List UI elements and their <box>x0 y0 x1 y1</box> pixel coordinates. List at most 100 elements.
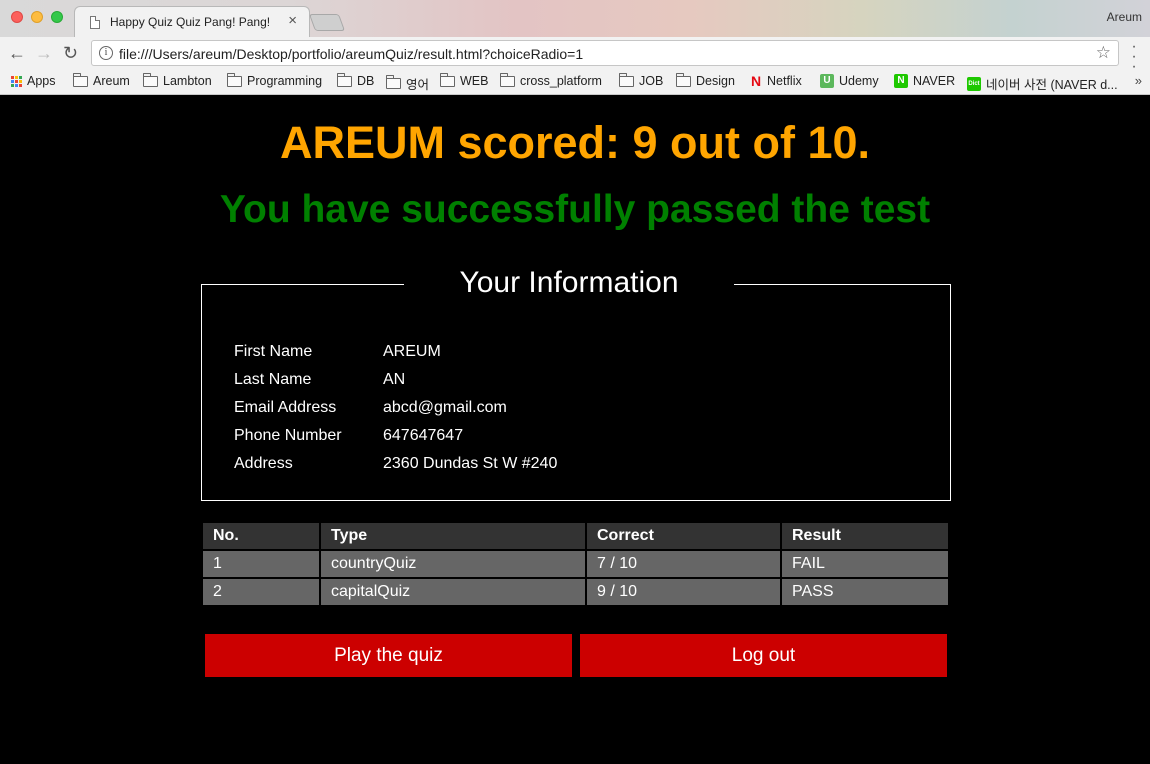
netflix-icon: N <box>750 73 762 89</box>
naver-dict-icon: Dict <box>967 76 981 91</box>
bookmark-udemy[interactable]: U Udemy <box>820 74 879 88</box>
table-cell: 1 <box>203 551 319 577</box>
bookmark-folder[interactable]: Design <box>676 72 735 88</box>
info-icon[interactable]: i <box>99 46 113 60</box>
column-header: No. <box>203 523 319 549</box>
table-cell: capitalQuiz <box>321 579 585 605</box>
tab-title: Happy Quiz Quiz Pang! Pang! <box>110 15 271 29</box>
folder-icon <box>500 72 515 87</box>
column-header: Correct <box>587 523 780 549</box>
info-value: 647647647 <box>383 427 464 444</box>
page-icon <box>90 16 100 29</box>
bookmark-label: Udemy <box>839 74 879 88</box>
bookmark-folder[interactable]: DB <box>337 72 375 88</box>
info-label: Address <box>234 455 293 472</box>
score-heading: AREUM scored: 9 out of 10. <box>279 117 871 168</box>
profile-name[interactable]: Areum <box>1107 10 1142 24</box>
bookmark-label: Areum <box>93 74 130 88</box>
bookmark-label: Programming <box>247 74 323 88</box>
bookmark-label: NAVER <box>913 74 956 88</box>
info-row-first-name: First Name AREUM <box>234 343 441 361</box>
folder-icon <box>619 72 634 87</box>
close-tab-icon[interactable]: × <box>288 12 297 29</box>
result-page: AREUM scored: 9 out of 10. You have succ… <box>0 95 1150 764</box>
back-arrow-icon[interactable]: ← <box>8 43 26 63</box>
url-text[interactable]: file:///Users/areum/Desktop/portfolio/ar… <box>119 46 583 62</box>
info-label: First Name <box>234 343 313 360</box>
bookmark-label: 영어 <box>406 78 430 92</box>
pass-message: You have successfully passed the test <box>219 188 931 231</box>
info-value: AN <box>383 371 406 388</box>
reload-icon[interactable]: ↻ <box>63 43 78 63</box>
close-window-button[interactable] <box>11 11 23 23</box>
menu-dots-icon[interactable]: · · · <box>1131 39 1137 75</box>
info-label: Email Address <box>234 399 337 416</box>
info-row-phone: Phone Number 647647647 <box>234 427 463 445</box>
minimize-window-button[interactable] <box>31 11 43 23</box>
chevron-more-icon[interactable]: » <box>1135 73 1142 88</box>
column-header: Type <box>321 523 585 549</box>
forward-arrow-icon[interactable]: → <box>35 43 53 63</box>
info-row-email: Email Address abcd@gmail.com <box>234 399 507 417</box>
browser-chrome: Happy Quiz Quiz Pang! Pang! × Areum ← → … <box>0 0 1150 95</box>
bookmark-folder[interactable]: 영어 <box>386 74 429 93</box>
table-cell: 9 / 10 <box>587 579 780 605</box>
bookmark-label: DB <box>357 74 375 88</box>
folder-icon <box>337 72 352 87</box>
maximize-window-button[interactable] <box>51 11 63 23</box>
table-row: 2 capitalQuiz 9 / 10 PASS <box>203 579 948 605</box>
folder-icon <box>676 72 691 87</box>
table-cell: FAIL <box>782 551 948 577</box>
bookmark-folder[interactable]: Programming <box>227 72 323 88</box>
play-quiz-button[interactable]: Play the quiz <box>205 634 572 677</box>
bookmark-label: Lambton <box>163 74 212 88</box>
info-label: Last Name <box>234 371 312 388</box>
info-value: AREUM <box>383 343 441 360</box>
address-bar[interactable]: i file:///Users/areum/Desktop/portfolio/… <box>91 40 1119 66</box>
bookmark-folder[interactable]: WEB <box>440 72 489 88</box>
table-cell: 7 / 10 <box>587 551 780 577</box>
udemy-icon: U <box>820 74 834 88</box>
info-label: Phone Number <box>234 427 342 444</box>
bookmark-label: Apps <box>27 74 56 88</box>
apps-grid-icon <box>11 75 22 87</box>
folder-icon <box>440 72 455 87</box>
browser-tab[interactable]: Happy Quiz Quiz Pang! Pang! × <box>74 6 310 37</box>
table-header-row: No. Type Correct Result <box>203 523 948 549</box>
results-table: No. Type Correct Result 1 countryQuiz 7 … <box>201 521 950 607</box>
bookmark-folder[interactable]: Areum <box>73 72 130 88</box>
tab-bar: Happy Quiz Quiz Pang! Pang! × Areum <box>0 0 1150 37</box>
folder-icon <box>386 75 401 89</box>
bookmark-apps[interactable]: Apps <box>11 74 56 88</box>
bookmark-label: 네이버 사전 (NAVER d... <box>986 78 1118 92</box>
bookmark-naver-dict[interactable]: Dict 네이버 사전 (NAVER d... <box>967 74 1118 93</box>
column-header: Result <box>782 523 948 549</box>
table-cell: 2 <box>203 579 319 605</box>
bookmark-label: Netflix <box>767 74 802 88</box>
info-row-address: Address 2360 Dundas St W #240 <box>234 455 557 473</box>
folder-icon <box>143 72 158 87</box>
table-cell: countryQuiz <box>321 551 585 577</box>
bookmark-star-icon[interactable]: ☆ <box>1096 43 1111 63</box>
naver-icon: N <box>894 74 908 88</box>
table-row: 1 countryQuiz 7 / 10 FAIL <box>203 551 948 577</box>
bookmark-label: WEB <box>460 74 489 88</box>
info-value: 2360 Dundas St W #240 <box>383 455 558 472</box>
info-value: abcd@gmail.com <box>383 399 507 416</box>
new-tab-button[interactable] <box>308 14 346 31</box>
bookmark-folder[interactable]: Lambton <box>143 72 212 88</box>
bookmark-label: Design <box>696 74 735 88</box>
browser-toolbar: ← → ↻ i file:///Users/areum/Desktop/port… <box>0 37 1150 75</box>
info-row-last-name: Last Name AN <box>234 371 405 389</box>
bookmark-label: cross_platform <box>520 74 602 88</box>
bookmark-naver[interactable]: N NAVER <box>894 74 955 88</box>
bookmark-folder[interactable]: JOB <box>619 72 664 88</box>
folder-icon <box>73 72 88 87</box>
table-cell: PASS <box>782 579 948 605</box>
information-fieldset: Your Information First Name AREUM Last N… <box>201 263 951 501</box>
bookmarks-bar: Apps Areum Lambton Programming DB 영어 WEB <box>0 70 1150 95</box>
bookmark-netflix[interactable]: N Netflix <box>750 74 802 88</box>
bookmark-label: JOB <box>639 74 664 88</box>
bookmark-folder[interactable]: cross_platform <box>500 72 602 88</box>
log-out-button[interactable]: Log out <box>580 634 947 677</box>
